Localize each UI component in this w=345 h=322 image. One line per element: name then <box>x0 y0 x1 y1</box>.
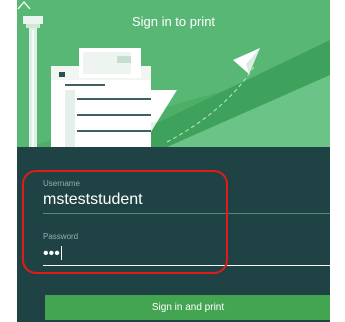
page-title: Sign in to print <box>131 14 216 29</box>
sign-in-panel: Sign in to print Username msteststudent … <box>17 0 330 322</box>
text-caret <box>60 246 62 260</box>
password-underline <box>43 265 330 266</box>
chevron-up-icon[interactable] <box>17 0 31 10</box>
password-mask: ••• <box>43 245 60 262</box>
sign-in-and-print-button[interactable]: Sign in and print <box>45 295 330 320</box>
password-input[interactable]: ••• <box>43 245 62 263</box>
print-illustration-header: Sign in to print <box>17 0 330 147</box>
sign-in-frame: Sign in to print Username msteststudent … <box>0 0 345 322</box>
username-input[interactable]: msteststudent <box>43 191 143 209</box>
username-underline <box>43 213 330 214</box>
username-label: Username <box>43 179 80 188</box>
password-label: Password <box>43 232 79 241</box>
